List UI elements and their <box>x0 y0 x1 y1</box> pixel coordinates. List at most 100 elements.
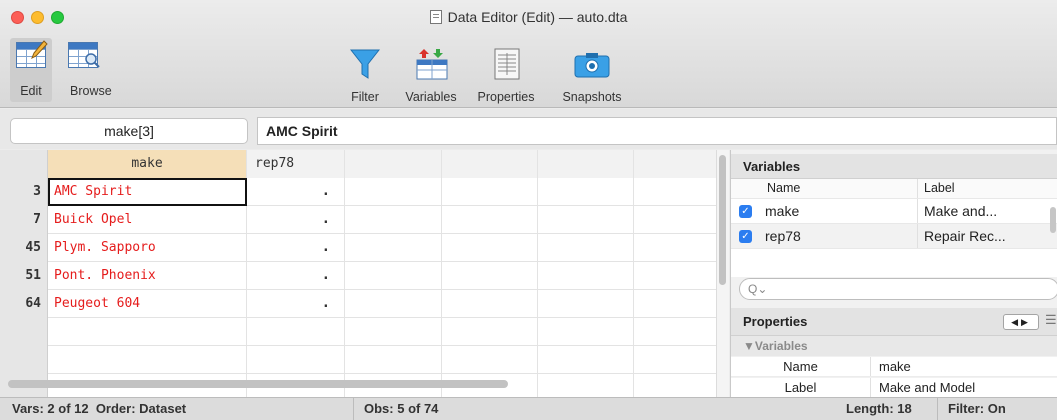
cell-reference-bar: make[3] AMC Spirit <box>0 109 1057 149</box>
variable-row[interactable]: ✓ rep78 Repair Rec... <box>731 224 1057 249</box>
empty-cell[interactable] <box>634 178 716 206</box>
empty-cell[interactable] <box>634 374 716 397</box>
obs-number[interactable]: 3 <box>0 178 48 206</box>
obs-number[interactable]: 51 <box>0 262 48 290</box>
variable-row[interactable]: ✓ make Make and... <box>731 199 1057 224</box>
property-value[interactable]: make <box>879 357 911 377</box>
empty-cell[interactable] <box>442 234 538 262</box>
column-header-make[interactable]: make <box>48 150 247 178</box>
variable-label: Make and... <box>917 199 1045 223</box>
properties-nav-arrows[interactable]: ◀▶ <box>1003 314 1039 330</box>
property-value[interactable]: Make and Model <box>879 378 975 398</box>
empty-cell[interactable] <box>538 374 634 397</box>
checkmark-icon[interactable]: ✓ <box>739 205 752 218</box>
empty-cell[interactable] <box>247 318 345 346</box>
variable-name: make <box>765 203 800 219</box>
variables-scroll-thumb[interactable] <box>1050 207 1056 233</box>
make-cell[interactable]: Plym. Sapporo <box>48 234 247 262</box>
column-header-row: make rep78 <box>0 150 716 178</box>
property-row[interactable]: Label Make and Model <box>731 378 1057 398</box>
pencil-icon <box>31 40 48 60</box>
variables-empty-row <box>731 249 1057 277</box>
obs-number[interactable]: 45 <box>0 234 48 262</box>
empty-cell[interactable] <box>538 290 634 318</box>
checkmark-icon[interactable]: ✓ <box>739 230 752 243</box>
variables-col-name[interactable]: Name <box>767 179 800 198</box>
grid-vertical-scroll-thumb[interactable] <box>719 155 726 285</box>
obs-number[interactable]: 64 <box>0 290 48 318</box>
empty-cell[interactable] <box>442 290 538 318</box>
empty-cell[interactable] <box>538 206 634 234</box>
empty-cell[interactable] <box>538 178 634 206</box>
empty-cell[interactable] <box>538 262 634 290</box>
variables-col-label[interactable]: Label <box>917 179 1045 198</box>
empty-cell[interactable] <box>442 346 538 374</box>
snapshots-button[interactable]: Snapshots <box>552 48 632 104</box>
empty-cell[interactable] <box>345 234 442 262</box>
filter-button[interactable]: Filter <box>342 48 388 104</box>
variable-label: Repair Rec... <box>917 224 1045 248</box>
obs-number[interactable]: 7 <box>0 206 48 234</box>
property-row[interactable]: Name make <box>731 357 1057 377</box>
empty-cell[interactable] <box>634 262 716 290</box>
empty-cell[interactable] <box>634 234 716 262</box>
properties-button[interactable]: Properties <box>468 48 544 104</box>
empty-cell[interactable] <box>247 346 345 374</box>
make-cell[interactable]: Buick Opel <box>48 206 247 234</box>
empty-cell[interactable] <box>345 318 442 346</box>
empty-cell[interactable] <box>538 346 634 374</box>
column-header-empty[interactable] <box>538 150 634 178</box>
variables-label: Variables <box>405 90 457 104</box>
empty-cell[interactable] <box>48 346 247 374</box>
column-header-rep78[interactable]: rep78 <box>247 150 345 178</box>
browse-label: Browse <box>70 84 112 98</box>
empty-cell[interactable] <box>634 206 716 234</box>
variable-name: rep78 <box>765 228 801 244</box>
column-header-empty[interactable] <box>634 150 716 178</box>
filter-funnel-icon <box>350 49 380 79</box>
rep78-cell[interactable]: . <box>247 262 345 290</box>
properties-group-variables[interactable]: ▼Variables <box>731 336 1057 356</box>
rep78-cell[interactable]: . <box>247 178 345 206</box>
column-header-empty[interactable] <box>345 150 442 178</box>
make-cell[interactable]: Pont. Phoenix <box>48 262 247 290</box>
empty-cell[interactable] <box>442 178 538 206</box>
variables-table: Name Label ✓ make Make and... ✓ rep78 Re… <box>731 179 1057 277</box>
table-row: 51 Pont. Phoenix . <box>0 262 716 290</box>
rep78-cell[interactable]: . <box>247 206 345 234</box>
hamburger-menu-icon[interactable]: ☰ <box>1045 312 1057 328</box>
grid-horizontal-scroll-thumb[interactable] <box>8 380 508 388</box>
empty-cell[interactable] <box>442 318 538 346</box>
browse-mode-button[interactable]: Browse <box>58 38 126 102</box>
status-length: Length: 18 <box>846 401 912 416</box>
empty-cell[interactable] <box>345 346 442 374</box>
empty-cell[interactable] <box>345 178 442 206</box>
empty-cell[interactable] <box>442 262 538 290</box>
obs-number-empty <box>0 346 48 374</box>
triangle-right-icon[interactable]: ▶ <box>1021 317 1031 327</box>
empty-cell[interactable] <box>345 290 442 318</box>
empty-cell[interactable] <box>48 318 247 346</box>
empty-row <box>0 318 716 346</box>
empty-cell[interactable] <box>634 290 716 318</box>
cell-reference-field[interactable]: make[3] <box>10 118 248 144</box>
empty-cell[interactable] <box>345 206 442 234</box>
make-cell[interactable]: Peugeot 604 <box>48 290 247 318</box>
empty-cell[interactable] <box>538 234 634 262</box>
empty-cell[interactable] <box>634 318 716 346</box>
rep78-cell[interactable]: . <box>247 234 345 262</box>
empty-cell[interactable] <box>634 346 716 374</box>
variable-search-input[interactable]: Q⌄ <box>739 278 1057 300</box>
rep78-cell[interactable]: . <box>247 290 345 318</box>
variables-button[interactable]: Variables <box>395 48 467 104</box>
cell-value-field[interactable]: AMC Spirit <box>257 117 1057 145</box>
column-header-empty[interactable] <box>442 150 538 178</box>
empty-cell[interactable] <box>345 262 442 290</box>
triangle-left-icon[interactable]: ◀ <box>1011 317 1021 327</box>
empty-cell[interactable] <box>538 318 634 346</box>
empty-cell[interactable] <box>442 206 538 234</box>
make-cell[interactable]: AMC Spirit <box>48 178 247 206</box>
status-vars: Vars: 2 of 12 Order: Dataset <box>12 401 187 416</box>
edit-mode-button[interactable]: Edit <box>10 38 52 102</box>
properties-label: Properties <box>477 90 535 104</box>
